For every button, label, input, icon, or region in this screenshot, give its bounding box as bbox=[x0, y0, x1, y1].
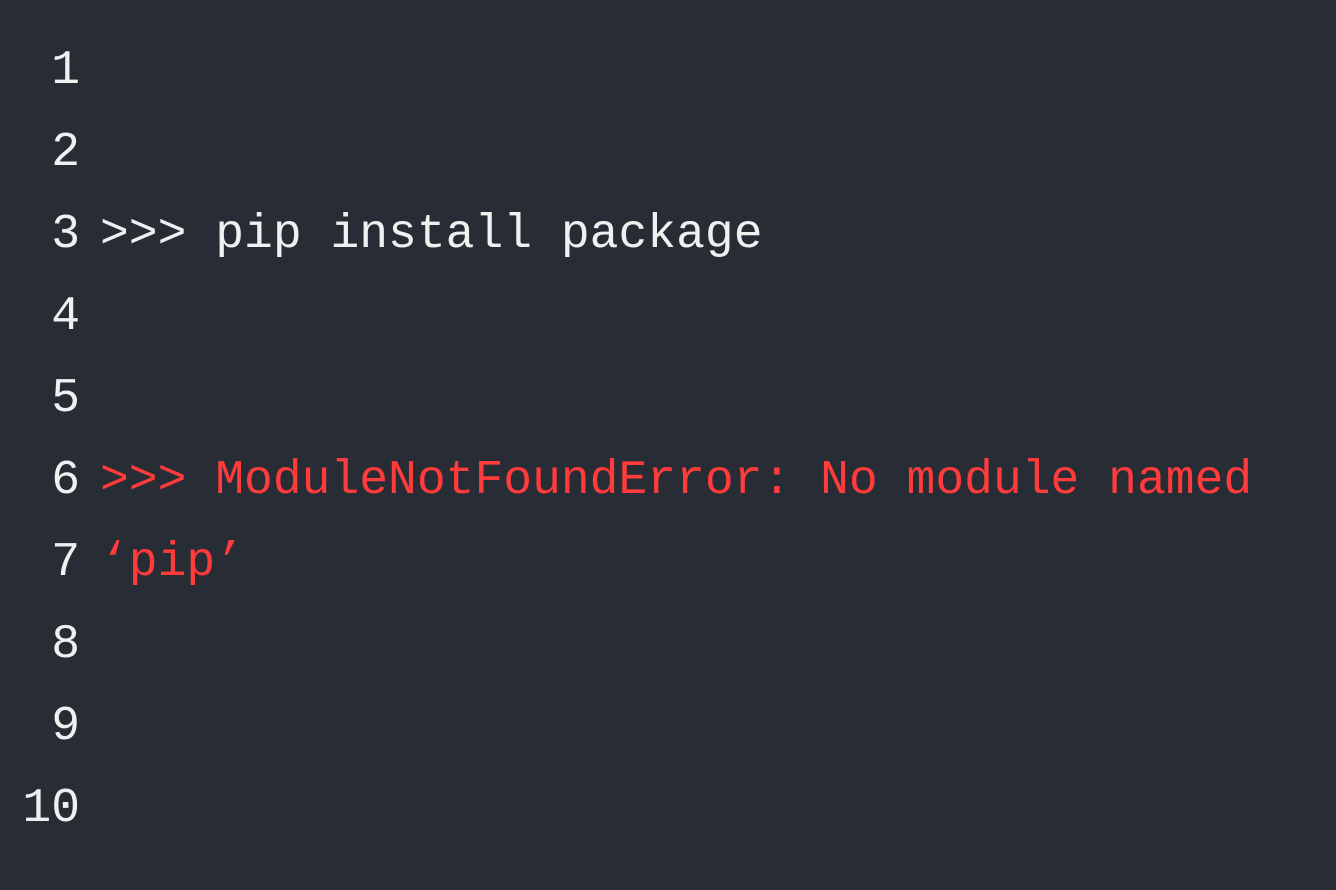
line-number: 8 bbox=[0, 604, 80, 686]
code-content[interactable]: >>> pip install package >>> ModuleNotFou… bbox=[100, 30, 1336, 890]
line-number: 4 bbox=[0, 276, 80, 358]
line-number: 7 bbox=[0, 522, 80, 604]
code-line-2[interactable] bbox=[100, 112, 1296, 194]
line-number-gutter: 1 2 3 4 5 6 7 8 9 10 bbox=[0, 30, 100, 890]
line-number: 10 bbox=[0, 768, 80, 850]
code-line-6-7-error[interactable]: >>> ModuleNotFoundError: No module named… bbox=[100, 440, 1296, 604]
code-line-4[interactable] bbox=[100, 276, 1296, 358]
line-number: 5 bbox=[0, 358, 80, 440]
code-line-10[interactable] bbox=[100, 768, 1296, 850]
code-line-5[interactable] bbox=[100, 358, 1296, 440]
code-line-8[interactable] bbox=[100, 604, 1296, 686]
code-line-9[interactable] bbox=[100, 686, 1296, 768]
line-number: 1 bbox=[0, 30, 80, 112]
code-editor[interactable]: 1 2 3 4 5 6 7 8 9 10 >>> pip install pac… bbox=[0, 0, 1336, 890]
code-line-3-command[interactable]: >>> pip install package bbox=[100, 194, 1296, 276]
line-number: 9 bbox=[0, 686, 80, 768]
line-number: 6 bbox=[0, 440, 80, 522]
code-line-1[interactable] bbox=[100, 30, 1296, 112]
line-number: 3 bbox=[0, 194, 80, 276]
line-number: 2 bbox=[0, 112, 80, 194]
